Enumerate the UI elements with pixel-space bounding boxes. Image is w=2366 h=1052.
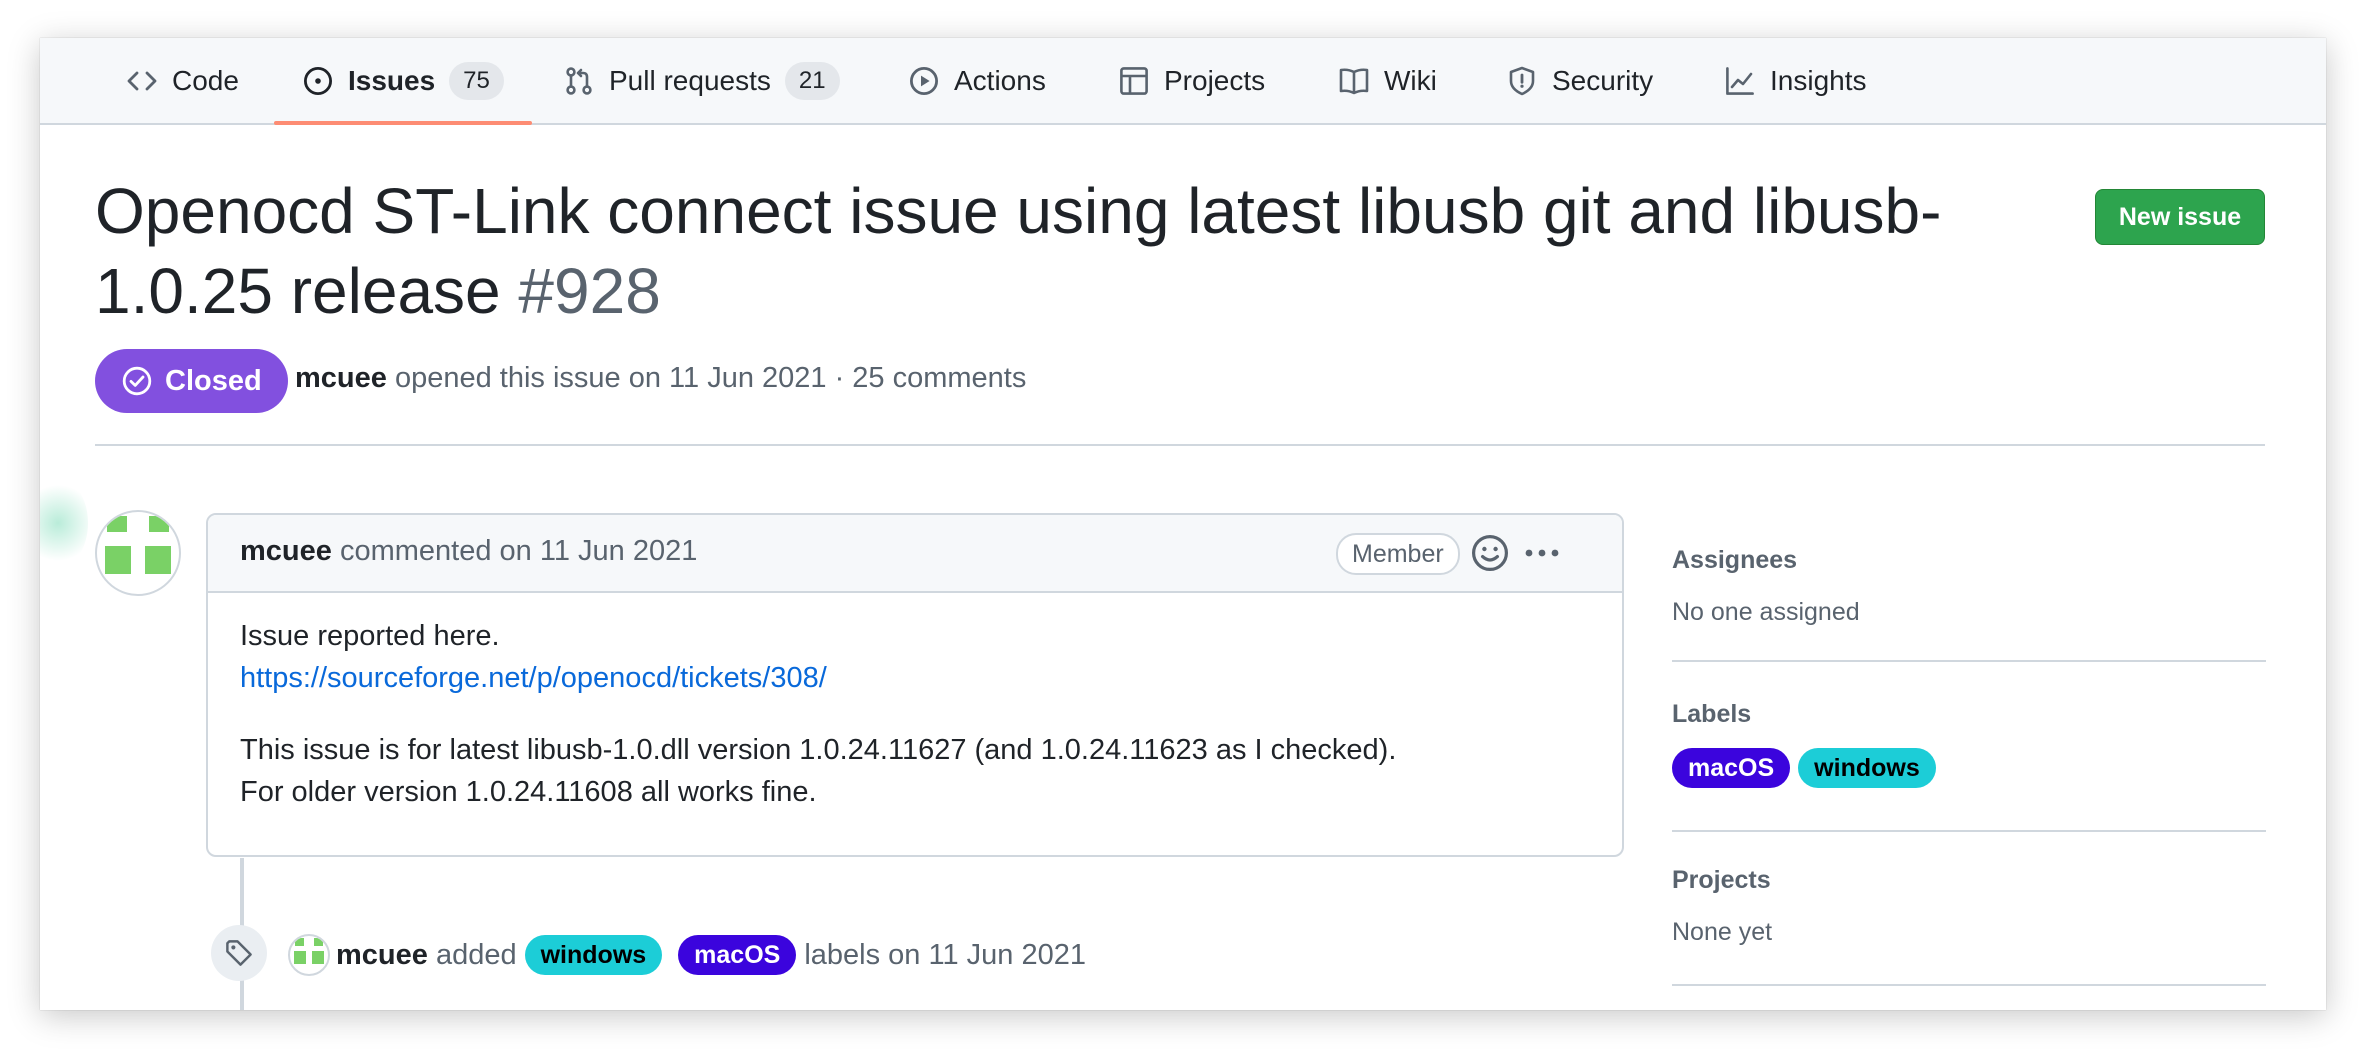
tab-pull-requests[interactable]: Pull requests 21 <box>563 38 840 123</box>
issue-state-badge: Closed <box>95 349 288 413</box>
play-icon <box>909 66 939 95</box>
tab-security[interactable]: Security <box>1506 38 1653 123</box>
decorative-blob <box>40 478 88 568</box>
identicon-avatar-image <box>105 516 171 574</box>
label-macos[interactable]: macOS <box>1672 748 1791 788</box>
code-icon <box>127 71 157 90</box>
assignees-value: No one assigned <box>1672 598 1860 626</box>
table-icon <box>1120 66 1148 95</box>
issue-number: #928 <box>518 255 661 327</box>
git-pull-request-icon <box>566 66 592 95</box>
tab-issues-label: Issues <box>348 64 436 96</box>
tab-actions-label: Actions <box>954 64 1046 96</box>
issue-opened-icon <box>303 66 333 95</box>
smiley-icon[interactable] <box>1470 533 1510 573</box>
issue-state-label: Closed <box>165 364 262 397</box>
avatar[interactable] <box>95 510 181 596</box>
book-icon <box>1339 67 1369 94</box>
labels-title[interactable]: Labels <box>1672 700 1751 729</box>
comment-timestamp[interactable]: commented on 11 Jun 2021 <box>340 535 697 567</box>
tab-insights-label: Insights <box>1770 64 1867 96</box>
author-role-badge: Member <box>1336 533 1460 575</box>
tab-projects[interactable]: Projects <box>1118 38 1265 123</box>
tab-projects-label: Projects <box>1164 64 1266 96</box>
label-event: mcuee added windows macOS labels on 11 J… <box>336 935 1086 975</box>
event-action: added <box>435 938 517 971</box>
check-circle-icon <box>122 366 152 396</box>
header-divider <box>95 444 2265 446</box>
projects-title[interactable]: Projects <box>1672 866 1771 895</box>
comment-author-link[interactable]: mcuee <box>240 535 332 567</box>
graph-icon <box>1726 66 1754 95</box>
browser-window: Code Issues 75 Pull requests 21 Actions … <box>40 38 2326 1010</box>
issues-count-badge: 75 <box>449 61 504 100</box>
tab-issues[interactable]: Issues 75 <box>274 38 532 125</box>
tab-insights[interactable]: Insights <box>1724 38 1867 123</box>
comment-line: For older version 1.0.24.11608 all works… <box>240 776 817 808</box>
sidebar-divider <box>1672 984 2266 986</box>
identicon-avatar-image <box>294 938 324 964</box>
comment-body: Issue reported here. https://sourceforge… <box>240 615 1600 813</box>
tab-code-label: Code <box>172 64 239 96</box>
tab-security-label: Security <box>1552 64 1654 96</box>
issue-meta: mcuee opened this issue on 11 Jun 2021 ·… <box>295 362 1026 395</box>
label-windows[interactable]: windows <box>524 935 663 975</box>
shield-icon <box>1509 66 1535 95</box>
tab-wiki[interactable]: Wiki <box>1338 38 1437 123</box>
tab-code[interactable]: Code <box>126 38 239 123</box>
tag-icon <box>226 940 252 966</box>
sidebar-divider <box>1672 830 2266 832</box>
projects-value: None yet <box>1672 918 1773 946</box>
issue-comment: mcuee commented on 11 Jun 2021 Member Is… <box>206 513 1624 857</box>
issue-title: Openocd ST-Link connect issue using late… <box>95 171 2095 331</box>
sidebar-divider <box>1672 660 2266 662</box>
tab-pull-requests-label: Pull requests <box>609 64 771 96</box>
active-tab-underline <box>274 121 532 125</box>
comment-header: mcuee commented on 11 Jun 2021 Member <box>208 515 1622 593</box>
comment-line: Issue reported here. <box>240 620 500 652</box>
event-actor-link[interactable]: mcuee <box>336 939 428 972</box>
assignees-title[interactable]: Assignees <box>1672 546 1797 575</box>
tab-wiki-label: Wiki <box>1384 64 1437 96</box>
issue-author-link[interactable]: mcuee <box>295 362 387 394</box>
event-suffix: labels on 11 Jun 2021 <box>804 938 1086 971</box>
kebab-horizontal-icon[interactable] <box>1522 533 1562 573</box>
comment-header-text: mcuee commented on 11 Jun 2021 <box>240 535 697 568</box>
repo-tab-bar: Code Issues 75 Pull requests 21 Actions … <box>40 38 2326 125</box>
pull-requests-count-badge: 21 <box>784 61 840 100</box>
label-windows[interactable]: windows <box>1798 748 1936 788</box>
timeline-badge <box>211 925 267 981</box>
comment-link[interactable]: https://sourceforge.net/p/openocd/ticket… <box>240 662 827 694</box>
label-macos[interactable]: macOS <box>678 935 797 975</box>
tab-actions[interactable]: Actions <box>908 38 1046 123</box>
issue-title-text: Openocd ST-Link connect issue using late… <box>95 175 1942 327</box>
sidebar-label-list: macOS windows <box>1672 748 1936 788</box>
avatar[interactable] <box>288 934 330 976</box>
issue-meta-text: opened this issue on 11 Jun 2021 · 25 co… <box>394 362 1027 394</box>
comment-line: This issue is for latest libusb-1.0.dll … <box>240 734 1397 766</box>
new-issue-button[interactable]: New issue <box>2095 189 2265 245</box>
